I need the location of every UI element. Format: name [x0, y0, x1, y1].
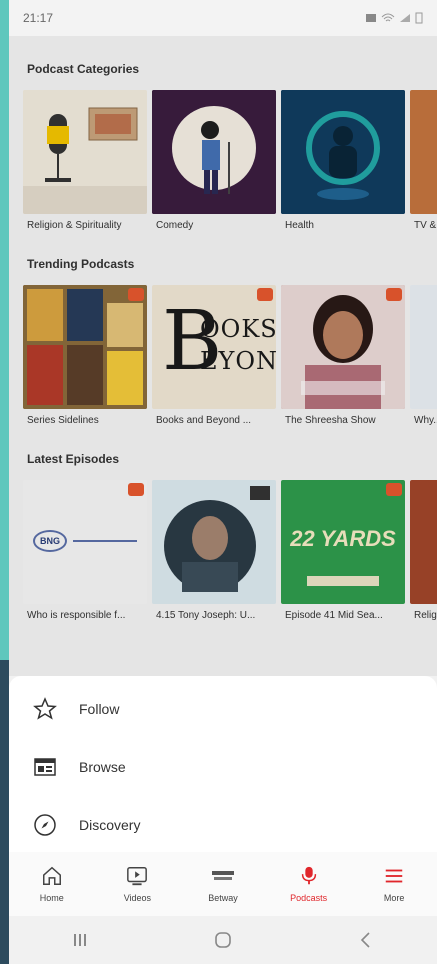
episode-thumb: BNG — [23, 480, 147, 604]
category-thumb — [23, 90, 147, 214]
category-label: Health — [285, 220, 314, 231]
podcast-badge — [128, 288, 144, 301]
betway-icon — [211, 871, 234, 880]
episode-label: Relig... — [414, 610, 437, 621]
categories-title: Podcast Categories — [27, 62, 140, 76]
books-logo-line2: EYOND — [200, 347, 276, 375]
tab-betway-label: Betway — [208, 893, 238, 903]
podcast-card[interactable]: Why... — [410, 285, 437, 426]
menu-follow-label: Follow — [79, 701, 120, 717]
system-nav-bar — [9, 916, 437, 964]
status-time: 21:17 — [23, 11, 54, 25]
status-icons — [365, 12, 423, 24]
episode-art-text: 22 YARDS — [290, 526, 396, 551]
category-card[interactable]: Comedy — [152, 90, 276, 231]
podcast-label: Books and Beyond ... — [156, 415, 252, 426]
video-icon — [127, 867, 148, 886]
episode-label: 4.15 Tony Joseph: U... — [156, 610, 256, 621]
podcast-label: Why... — [414, 415, 437, 426]
bng-logo: BNG — [33, 530, 137, 552]
podcast-badge — [386, 288, 402, 301]
tab-home[interactable]: Home — [12, 852, 92, 916]
compass-icon — [34, 814, 56, 836]
category-card[interactable]: TV & Film — [410, 90, 437, 231]
menu-discovery[interactable]: Discovery — [9, 796, 437, 854]
episode-thumb — [152, 480, 276, 604]
bottom-tab-bar: Home Videos Betway Podcasts More — [9, 852, 437, 916]
podcast-thumb — [281, 285, 405, 409]
menu-icon — [385, 869, 403, 883]
podcast-card[interactable]: The Shreesha Show — [281, 285, 405, 426]
podcast-card[interactable]: B OOKS EYOND Books and Beyond ... — [152, 285, 276, 426]
categories-row: Religion & Spirituality Comedy Health TV… — [23, 90, 437, 231]
podcast-card[interactable]: Series Sidelines — [23, 285, 147, 426]
episode-art-bar — [307, 576, 379, 586]
episode-thumb: 22 YARDS — [281, 480, 405, 604]
episode-label: Who is responsible f... — [27, 610, 126, 621]
tab-podcasts-label: Podcasts — [290, 893, 328, 903]
tab-more[interactable]: More — [354, 852, 434, 916]
tab-more-label: More — [383, 893, 405, 903]
trending-row: Series Sidelines B OOKS EYOND Books and … — [23, 285, 437, 426]
tab-home-label: Home — [39, 893, 64, 903]
category-thumb — [281, 90, 405, 214]
podcast-thumb: B OOKS EYOND — [152, 285, 276, 409]
podcast-content: Podcast Categories Religion & Spirituali… — [9, 36, 437, 676]
home-nav-icon[interactable] — [214, 931, 232, 949]
home-icon — [42, 866, 61, 885]
category-label: TV & Film — [414, 220, 437, 231]
tab-videos-label: Videos — [123, 893, 152, 903]
menu-browse[interactable]: Browse — [9, 738, 437, 796]
microphone-icon — [301, 866, 316, 885]
episode-card[interactable]: Relig... — [410, 480, 437, 621]
recents-icon[interactable] — [71, 931, 89, 949]
tab-betway[interactable]: Betway — [183, 852, 263, 916]
episode-card[interactable]: 22 YARDS Episode 41 Mid Sea... — [281, 480, 405, 621]
episode-thumb — [410, 480, 437, 604]
phone-screen: 21:17 Podcast Categories Religion & Spir… — [9, 0, 437, 964]
category-label: Religion & Spirituality — [27, 220, 122, 231]
nfc-icon — [366, 14, 376, 22]
category-card[interactable]: Religion & Spirituality — [23, 90, 147, 231]
category-thumb — [410, 90, 437, 214]
tab-podcasts[interactable]: Podcasts — [269, 852, 349, 916]
browse-icon — [34, 758, 56, 776]
back-icon[interactable] — [357, 931, 375, 949]
books-logo-line1: OOKS — [200, 315, 276, 343]
star-icon — [33, 697, 57, 720]
menu-follow[interactable]: Follow — [9, 680, 437, 738]
wifi-icon — [381, 13, 395, 22]
status-bar: 21:17 — [9, 0, 437, 36]
podcast-label: The Shreesha Show — [285, 415, 376, 426]
podcast-badge — [257, 288, 273, 301]
category-card[interactable]: Health — [281, 90, 405, 231]
podcast-badge — [386, 483, 402, 496]
latest-row: BNG Who is responsible f... 4.15 Tony Jo… — [23, 480, 437, 621]
trending-title: Trending Podcasts — [27, 257, 135, 271]
category-thumb — [152, 90, 276, 214]
episode-label: Episode 41 Mid Sea... — [285, 610, 383, 621]
episode-card[interactable]: BNG Who is responsible f... — [23, 480, 147, 621]
menu-discovery-label: Discovery — [79, 817, 141, 833]
podcast-thumb — [23, 285, 147, 409]
podcast-thumb — [410, 285, 437, 409]
background-edge — [0, 660, 9, 964]
signal-icon — [400, 14, 410, 22]
tab-videos[interactable]: Videos — [97, 852, 177, 916]
podcast-label: Series Sidelines — [27, 415, 99, 426]
menu-browse-label: Browse — [79, 759, 126, 775]
podcast-badge — [128, 483, 144, 496]
latest-title: Latest Episodes — [27, 452, 120, 466]
battery-icon — [415, 12, 423, 24]
category-label: Comedy — [156, 220, 194, 231]
episode-card[interactable]: 4.15 Tony Joseph: U... — [152, 480, 276, 621]
